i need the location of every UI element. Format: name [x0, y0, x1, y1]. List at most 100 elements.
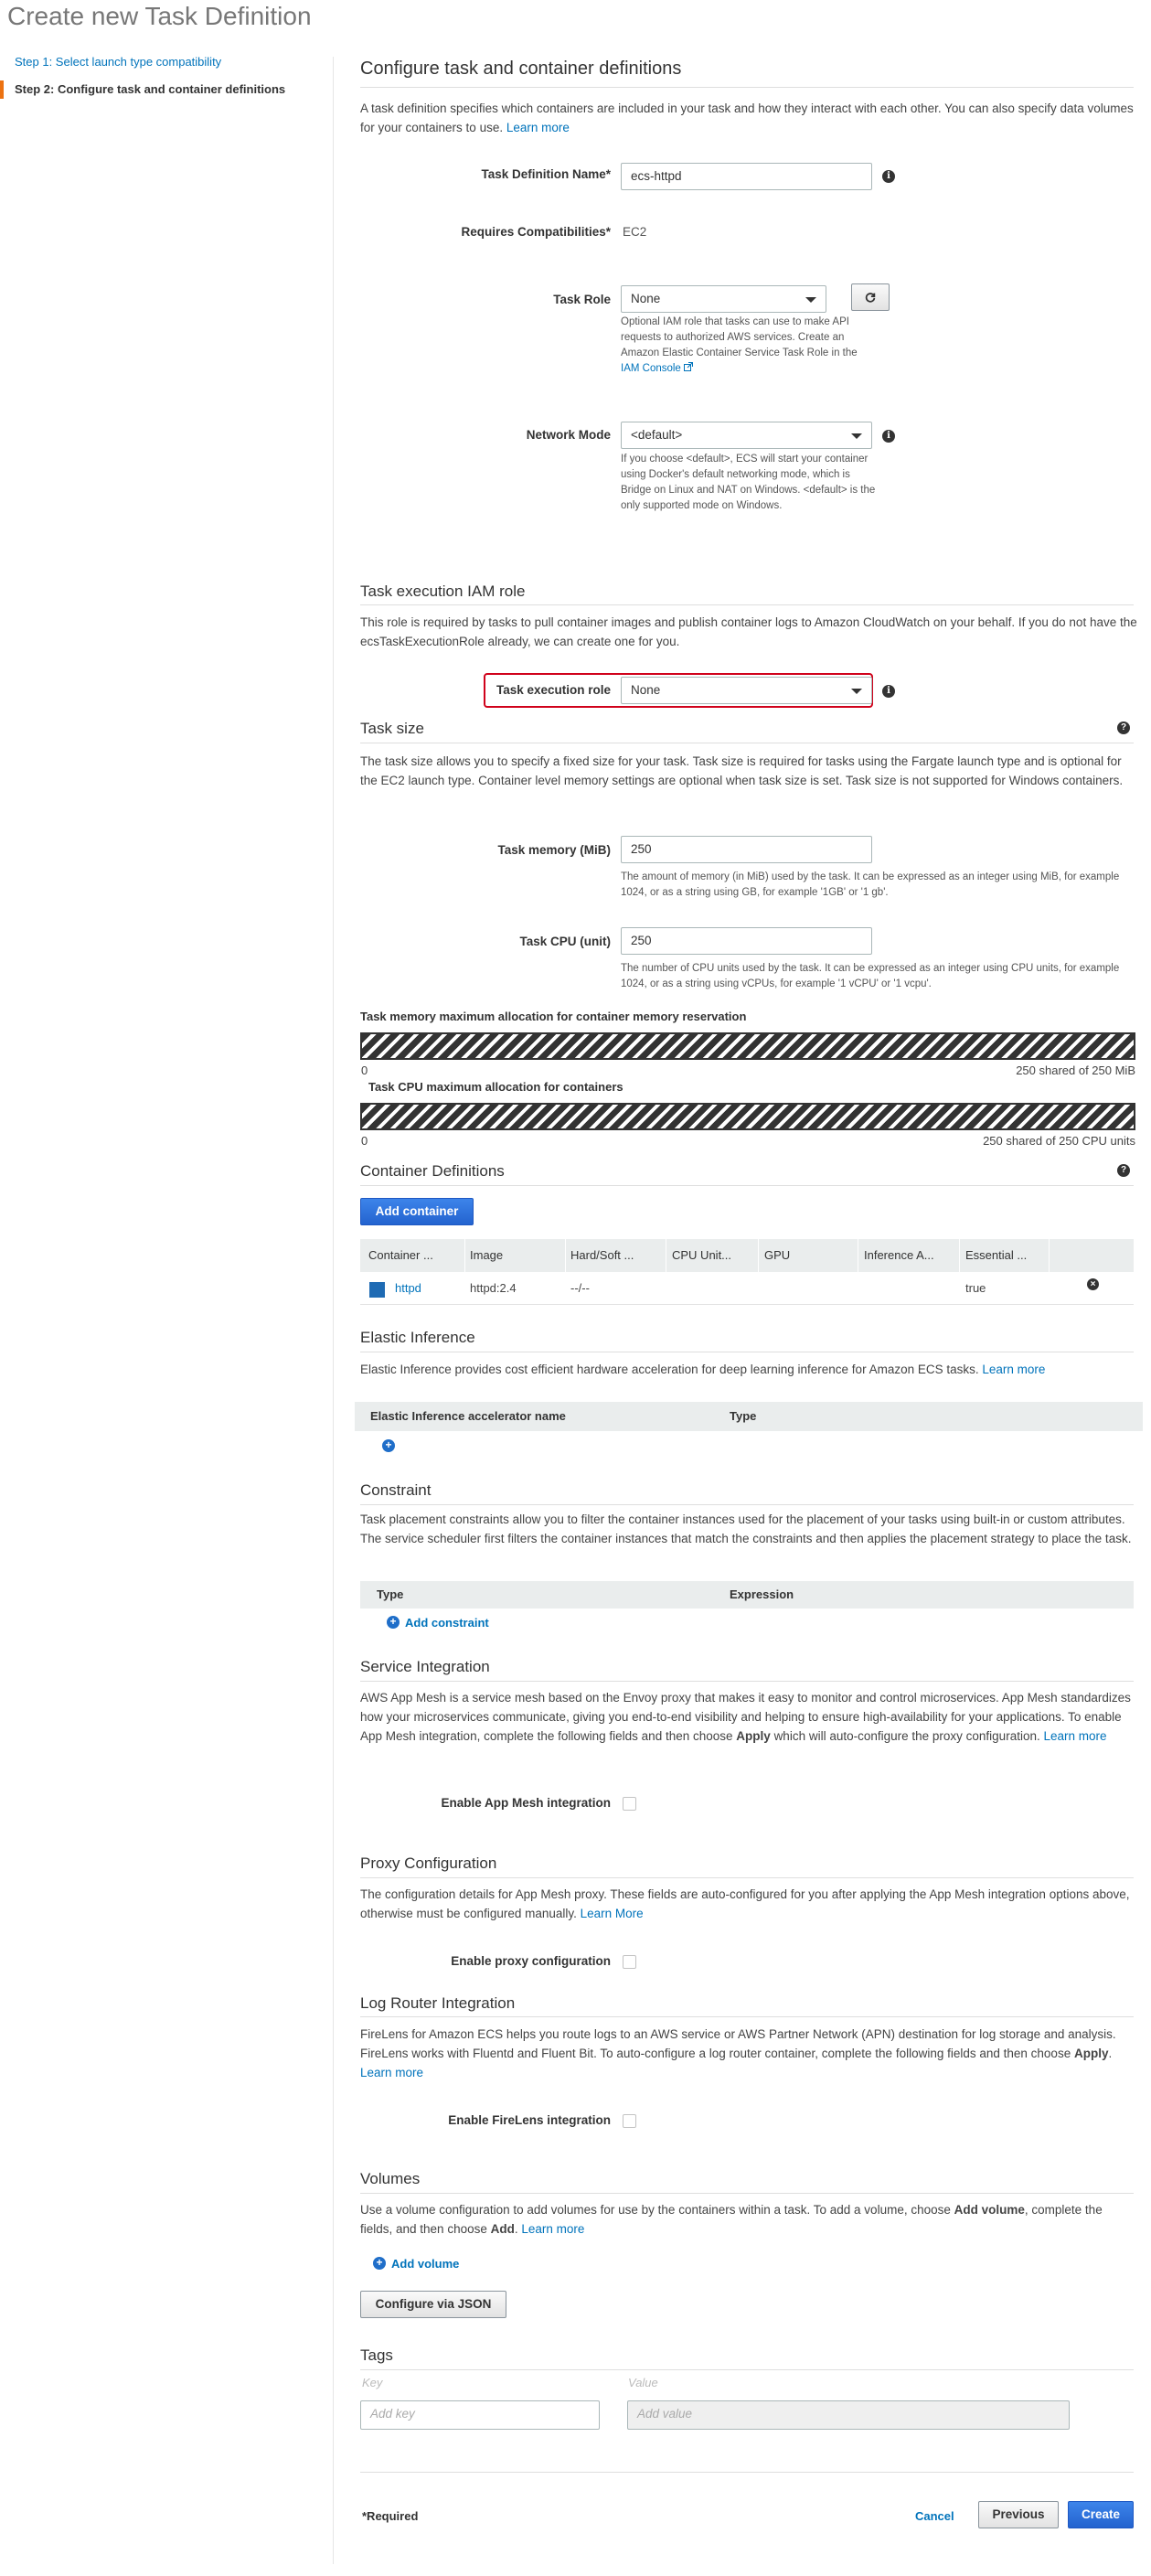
column-header[interactable]: Inference A...: [864, 1248, 934, 1262]
learn-more-link[interactable]: Learn more: [982, 1363, 1045, 1376]
column-header[interactable]: Essential ...: [965, 1248, 1027, 1262]
network-mode-label: Network Mode: [526, 428, 611, 442]
section-heading-log-router: Log Router Integration: [360, 1994, 516, 2012]
task-cpu-help: The number of CPU units used by the task…: [621, 963, 1120, 989]
tag-key-label: Key: [362, 2376, 383, 2389]
network-mode-value: <default>: [631, 428, 683, 442]
exec-role-desc: This role is required by tasks to pull c…: [360, 615, 1137, 648]
exec-role-label: Task execution role: [496, 683, 611, 697]
column-divider: [565, 1239, 566, 1272]
cancel-button[interactable]: Cancel: [915, 2509, 954, 2523]
chevron-down-icon: [851, 689, 862, 694]
network-mode-select[interactable]: <default>: [621, 422, 872, 449]
column-header[interactable]: Container ...: [368, 1248, 433, 1262]
divider: [360, 2472, 1134, 2473]
column-divider: [1049, 1239, 1050, 1272]
elastic-inference-desc: Elastic Inference provides cost efficien…: [360, 1363, 1046, 1376]
cpu-allocation-min: 0: [361, 1134, 368, 1148]
help-icon[interactable]: ?: [1117, 721, 1130, 734]
memory-allocation-bar: [360, 1032, 1135, 1060]
divider: [360, 1877, 1134, 1878]
chevron-down-icon: [805, 297, 816, 303]
firelens-checkbox[interactable]: [623, 2114, 636, 2128]
memory-allocation-max: 250 shared of 250 MiB: [1016, 1064, 1135, 1077]
task-cpu-input[interactable]: 250: [621, 927, 872, 955]
learn-more-link[interactable]: Learn more: [1043, 1729, 1106, 1743]
chevron-down-icon: [851, 433, 862, 439]
divider: [360, 2193, 1134, 2194]
task-memory-help: The amount of memory (in MiB) used by th…: [621, 871, 1120, 898]
column-header[interactable]: Hard/Soft ...: [570, 1248, 634, 1262]
divider: [360, 1185, 1134, 1186]
section-heading-service-integration: Service Integration: [360, 1658, 490, 1675]
previous-button[interactable]: Previous: [978, 2501, 1059, 2528]
info-icon[interactable]: i: [882, 430, 895, 443]
proxy-config-label: Enable proxy configuration: [451, 1954, 611, 1968]
section-heading-exec-role: Task execution IAM role: [360, 583, 526, 600]
container-name-link[interactable]: httpd: [395, 1281, 421, 1295]
learn-more-link[interactable]: Learn more: [360, 2066, 423, 2079]
task-role-help: Optional IAM role that tasks can use to …: [621, 316, 858, 374]
divider: [360, 604, 1134, 605]
column-header[interactable]: GPU: [764, 1248, 790, 1262]
constraint-desc: Task placement constraints allow you to …: [360, 1512, 1132, 1545]
column-divider: [758, 1239, 759, 1272]
learn-more-link[interactable]: Learn more: [521, 2222, 584, 2236]
container-icon: [369, 1282, 385, 1298]
column-header[interactable]: CPU Unit...: [672, 1248, 731, 1262]
tag-value-input[interactable]: Add value: [627, 2400, 1070, 2430]
refresh-button[interactable]: [851, 283, 890, 311]
refresh-icon: [865, 293, 876, 304]
task-size-desc: The task size allows you to specify a fi…: [360, 754, 1124, 787]
requires-compat-value: EC2: [623, 225, 647, 239]
remove-icon[interactable]: ×: [1087, 1278, 1099, 1290]
tag-key-input[interactable]: Add key: [360, 2400, 600, 2430]
task-def-name-input[interactable]: ecs-httpd: [621, 163, 872, 190]
info-icon[interactable]: i: [882, 170, 895, 183]
proxy-desc: The configuration details for App Mesh p…: [360, 1887, 1130, 1920]
divider: [360, 87, 1134, 88]
create-button[interactable]: Create: [1068, 2501, 1134, 2528]
section-heading-configure: Configure task and container definitions: [360, 59, 682, 79]
task-role-value: None: [631, 292, 661, 305]
intro-text: A task definition specifies which contai…: [360, 102, 1134, 134]
iam-console-link[interactable]: IAM Console: [621, 362, 694, 374]
configure-json-button[interactable]: Configure via JSON: [360, 2291, 506, 2318]
add-container-button[interactable]: Add container: [360, 1198, 474, 1225]
app-mesh-checkbox[interactable]: [623, 1797, 636, 1811]
section-heading-volumes: Volumes: [360, 2170, 421, 2187]
task-cpu-label: Task CPU (unit): [519, 935, 611, 948]
task-def-name-label: Task Definition Name*: [481, 167, 611, 181]
add-volume-link[interactable]: Add volume: [391, 2257, 459, 2271]
exec-role-select[interactable]: None: [621, 677, 872, 704]
exec-role-value: None: [631, 683, 661, 697]
task-memory-input[interactable]: 250: [621, 836, 872, 863]
add-icon[interactable]: +: [382, 1439, 395, 1452]
container-essential: true: [965, 1281, 986, 1295]
proxy-config-checkbox[interactable]: [623, 1955, 636, 1969]
add-constraint-link[interactable]: Add constraint: [405, 1616, 489, 1630]
info-icon[interactable]: i: [882, 685, 895, 698]
learn-more-link[interactable]: Learn More: [581, 1907, 644, 1920]
cpu-allocation-bar: [360, 1103, 1135, 1130]
column-divider: [464, 1239, 465, 1272]
column-header[interactable]: Image: [470, 1248, 503, 1262]
step-1-link[interactable]: Step 1: Select launch type compatibility: [0, 55, 221, 69]
tag-value-label: Value: [628, 2376, 658, 2389]
page-title: Create new Task Definition: [7, 2, 312, 30]
learn-more-link[interactable]: Learn more: [506, 121, 570, 134]
column-header: Type: [377, 1587, 404, 1601]
app-mesh-label: Enable App Mesh integration: [441, 1796, 611, 1810]
network-mode-help: If you choose <default>, ECS will start …: [621, 454, 876, 511]
divider: [360, 1681, 1134, 1682]
task-role-select[interactable]: None: [621, 285, 826, 313]
add-icon: +: [373, 2257, 386, 2270]
section-heading-elastic-inference: Elastic Inference: [360, 1329, 475, 1346]
volumes-desc: Use a volume configuration to add volume…: [360, 2203, 1103, 2236]
divider: [360, 2369, 1134, 2370]
divider: [360, 2016, 1134, 2017]
help-icon[interactable]: ?: [1117, 1164, 1130, 1177]
memory-allocation-min: 0: [361, 1064, 368, 1077]
column-header: Expression: [730, 1587, 794, 1601]
task-memory-label: Task memory (MiB): [497, 843, 611, 857]
